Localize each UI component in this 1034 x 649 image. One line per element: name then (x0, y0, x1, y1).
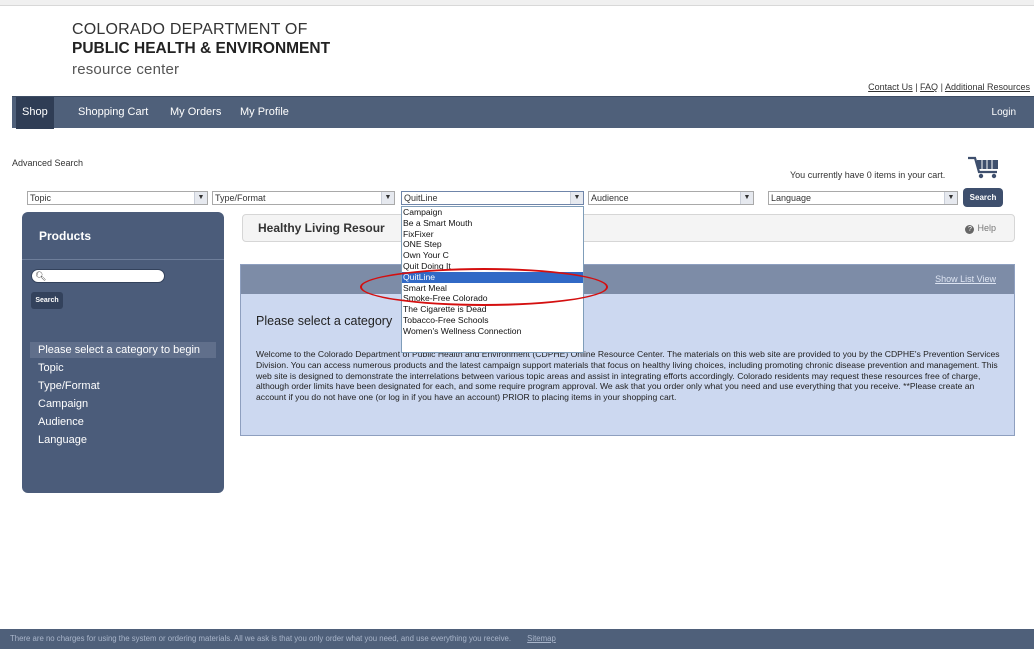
faq-link[interactable]: FAQ (920, 82, 938, 92)
link-separator: | (940, 82, 943, 92)
show-list-view-link[interactable]: Show List View (935, 274, 996, 284)
campaign-option[interactable]: FixFixer (402, 229, 583, 240)
sidebar-item-language[interactable]: Language (38, 434, 87, 446)
sidebar-item-type-format[interactable]: Type/Format (38, 380, 100, 392)
campaign-select-value: QuitLine (404, 193, 438, 203)
sitemap-link[interactable]: Sitemap (527, 634, 556, 643)
type-format-select[interactable]: Type/Format ▼ (212, 191, 395, 205)
footer: There are no charges for using the syste… (0, 629, 1034, 649)
main-nav: Shop Shopping Cart My Orders My Profile … (12, 96, 1034, 129)
chevron-down-icon: ▼ (944, 192, 957, 204)
cdphe-logo[interactable]: COLORADO DEPARTMENT OF PUBLIC HEALTH & E… (72, 20, 330, 82)
search-icon: 🔍︎ (35, 271, 47, 281)
chevron-down-icon: ▼ (381, 192, 394, 204)
campaign-option[interactable]: Campaign (402, 207, 583, 218)
help-icon: ? (965, 225, 975, 234)
link-separator: | (915, 82, 918, 92)
campaign-option[interactable]: Women's Wellness Connection (402, 326, 583, 337)
nav-shopping-cart[interactable]: Shopping Cart (78, 97, 148, 129)
nav-my-profile[interactable]: My Profile (240, 97, 289, 129)
cart-status: You currently have 0 items in your cart. (790, 170, 946, 180)
campaign-option[interactable]: Tobacco-Free Schools (402, 315, 583, 326)
campaign-option[interactable]: ONE Step (402, 239, 583, 250)
products-title: Products (39, 229, 92, 243)
products-sidebar: Products 🔍︎ Search Please select a categ… (22, 212, 224, 493)
filter-search-button[interactable]: Search (963, 188, 1003, 207)
product-search-button[interactable]: Search (31, 292, 63, 309)
sidebar-divider (22, 259, 224, 260)
page: COLORADO DEPARTMENT OF PUBLIC HEALTH & E… (0, 0, 1034, 649)
logo-line-3: resource center (72, 61, 180, 78)
help-label: Help (977, 223, 996, 233)
nav-my-orders[interactable]: My Orders (170, 97, 221, 129)
topic-select-value: Topic (30, 193, 52, 203)
shopping-cart-icon[interactable] (966, 156, 1002, 180)
category-prompt-heading: Please select a category (256, 314, 393, 328)
chevron-down-icon: ▼ (194, 192, 207, 204)
topic-select[interactable]: Topic ▼ (27, 191, 208, 205)
footer-text: There are no charges for using the syste… (10, 634, 556, 643)
campaign-option[interactable]: Be a Smart Mouth (402, 218, 583, 229)
login-link[interactable]: Login (992, 97, 1016, 129)
annotation-ellipse (360, 268, 608, 306)
product-search-input[interactable] (31, 269, 165, 283)
content-panel: Show List View Please select a category … (240, 264, 1015, 436)
audience-select[interactable]: Audience ▼ (588, 191, 754, 205)
sidebar-item-audience[interactable]: Audience (38, 416, 84, 428)
section-header: Healthy Living Resour ? Help (242, 214, 1015, 242)
campaign-option[interactable]: Own Your C (402, 250, 583, 261)
footer-message: There are no charges for using the syste… (10, 634, 511, 643)
additional-resources-link[interactable]: Additional Resources (945, 82, 1030, 92)
contact-us-link[interactable]: Contact Us (868, 82, 913, 92)
language-select-value: Language (771, 193, 812, 203)
category-prompt: Please select a category to begin (30, 342, 216, 358)
top-links: Contact Us | FAQ | Additional Resources (868, 82, 1030, 92)
advanced-search-label: Advanced Search (12, 158, 84, 168)
nav-shop[interactable]: Shop (16, 97, 54, 129)
content-toolbar: Show List View (241, 265, 1014, 294)
page-title: Healthy Living Resour (258, 221, 385, 235)
sidebar-item-topic[interactable]: Topic (38, 362, 64, 374)
welcome-description: Welcome to the Colorado Department of Pu… (256, 349, 1000, 403)
type-format-select-value: Type/Format (215, 193, 266, 203)
help-link[interactable]: ? Help (965, 223, 996, 234)
sidebar-item-campaign[interactable]: Campaign (38, 398, 88, 410)
chevron-down-icon: ▼ (570, 192, 583, 204)
audience-select-value: Audience (591, 193, 629, 203)
language-select[interactable]: Language ▼ (768, 191, 958, 205)
browser-top-edge (0, 0, 1034, 6)
logo-line-2: PUBLIC HEALTH & ENVIRONMENT (72, 40, 331, 57)
campaign-select[interactable]: QuitLine ▼ (401, 191, 584, 205)
chevron-down-icon: ▼ (740, 192, 753, 204)
logo-line-1: COLORADO DEPARTMENT OF (72, 21, 308, 38)
